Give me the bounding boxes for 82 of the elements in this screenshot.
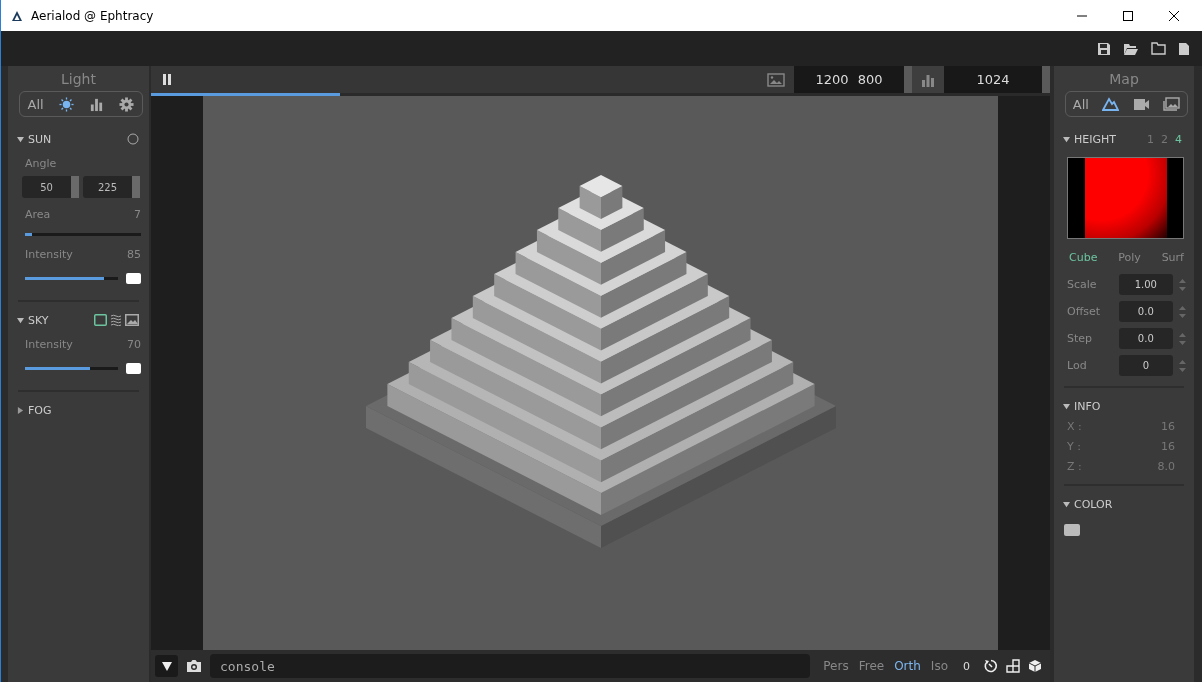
- field-label: Offset: [1067, 305, 1102, 318]
- window-title: Aerialod @ Ephtracy: [31, 8, 154, 23]
- file-icon[interactable]: [1178, 41, 1190, 56]
- slider-label: Area: [25, 208, 51, 221]
- section-title[interactable]: SKY: [28, 313, 49, 327]
- field-handle[interactable]: [132, 176, 140, 198]
- mesh-mode-tab[interactable]: Cube: [1069, 251, 1098, 264]
- slider-reading: 85: [127, 248, 141, 261]
- angle-field[interactable]: 50: [22, 176, 79, 198]
- square-mode-icon[interactable]: [94, 314, 107, 326]
- maximize-icon[interactable]: [1122, 9, 1134, 22]
- info-label: Z :: [1067, 460, 1082, 473]
- dropdown-button[interactable]: [155, 655, 178, 677]
- number-field[interactable]: 0: [1118, 355, 1174, 376]
- field-label: Lod: [1067, 359, 1088, 372]
- slider-reading: 7: [134, 208, 141, 221]
- field-handle[interactable]: [1042, 66, 1050, 93]
- slider-label: Intensity: [25, 338, 73, 351]
- caret-icon[interactable]: [1063, 500, 1071, 508]
- cube-icon[interactable]: [1028, 659, 1042, 673]
- caret-icon[interactable]: [17, 406, 25, 414]
- resolution-field[interactable]: 1200 800: [794, 66, 904, 93]
- panel-title: Map: [1108, 70, 1140, 89]
- info-label: Y :: [1067, 440, 1081, 453]
- heightmap-preview[interactable]: [1067, 157, 1184, 239]
- angle-field[interactable]: 225: [83, 176, 140, 198]
- slider-label: Intensity: [25, 248, 73, 261]
- samples-button[interactable]: [912, 66, 944, 93]
- slider-track[interactable]: [25, 233, 141, 236]
- image-mode-icon[interactable]: [125, 314, 139, 326]
- all-tab[interactable]: All: [24, 96, 47, 112]
- section-title[interactable]: FOG: [28, 403, 52, 417]
- info-label: X :: [1067, 420, 1082, 433]
- section-title[interactable]: HEIGHT: [1074, 132, 1116, 146]
- projection-tab[interactable]: Iso: [929, 659, 949, 673]
- section-title[interactable]: INFO: [1074, 399, 1101, 413]
- number-field[interactable]: 0.0: [1118, 328, 1174, 349]
- folder-icon[interactable]: [1151, 42, 1166, 55]
- close-icon[interactable]: [1168, 9, 1180, 22]
- angle-value: 0: [963, 659, 970, 673]
- color-swatch[interactable]: [1064, 524, 1080, 536]
- field-handle[interactable]: [904, 66, 912, 93]
- slider-reading: 70: [127, 338, 141, 351]
- slider-track[interactable]: [25, 367, 118, 370]
- projection-tab[interactable]: Pers: [822, 659, 850, 673]
- caret-icon[interactable]: [17, 316, 25, 324]
- caret-icon: [161, 661, 172, 671]
- number-field[interactable]: 0.0: [1118, 301, 1174, 322]
- field-label: Angle: [25, 157, 58, 170]
- waves-mode-icon[interactable]: [110, 314, 122, 326]
- render-viewport[interactable]: [203, 96, 998, 650]
- camera-icon[interactable]: [186, 659, 202, 673]
- panel-title: Light: [60, 70, 97, 89]
- color-swatch[interactable]: [126, 363, 141, 374]
- info-value: 8.0: [1157, 460, 1175, 473]
- image-icon[interactable]: [767, 72, 785, 87]
- app-logo-icon: [11, 9, 23, 22]
- number-field[interactable]: 1.00: [1118, 274, 1174, 295]
- console-field[interactable]: console: [210, 654, 811, 678]
- projection-tab[interactable]: Free: [857, 659, 886, 673]
- color-swatch[interactable]: [126, 273, 141, 284]
- save-icon[interactable]: [1097, 41, 1111, 56]
- all-tab[interactable]: All: [1069, 96, 1092, 112]
- caret-icon[interactable]: [1063, 135, 1071, 143]
- toggle-circle-icon[interactable]: [127, 133, 139, 145]
- scale-option[interactable]: 4: [1173, 132, 1184, 146]
- caret-icon[interactable]: [1063, 402, 1071, 410]
- samples-field[interactable]: 1024: [944, 66, 1042, 93]
- section-title[interactable]: COLOR: [1074, 497, 1113, 511]
- bar-chart-icon: [921, 72, 935, 87]
- info-value: 16: [1161, 420, 1175, 433]
- rotate-icon[interactable]: [984, 659, 998, 673]
- section-title[interactable]: SUN: [28, 132, 52, 146]
- pause-icon[interactable]: [162, 74, 172, 85]
- field-handle[interactable]: [71, 176, 79, 198]
- field-label: Step: [1067, 332, 1094, 345]
- folder-open-icon[interactable]: [1123, 41, 1139, 56]
- layout-icon[interactable]: [1006, 659, 1020, 673]
- caret-icon[interactable]: [17, 135, 25, 143]
- info-value: 16: [1161, 440, 1175, 453]
- projection-tab[interactable]: Orth: [893, 659, 922, 673]
- field-label: Scale: [1067, 278, 1098, 291]
